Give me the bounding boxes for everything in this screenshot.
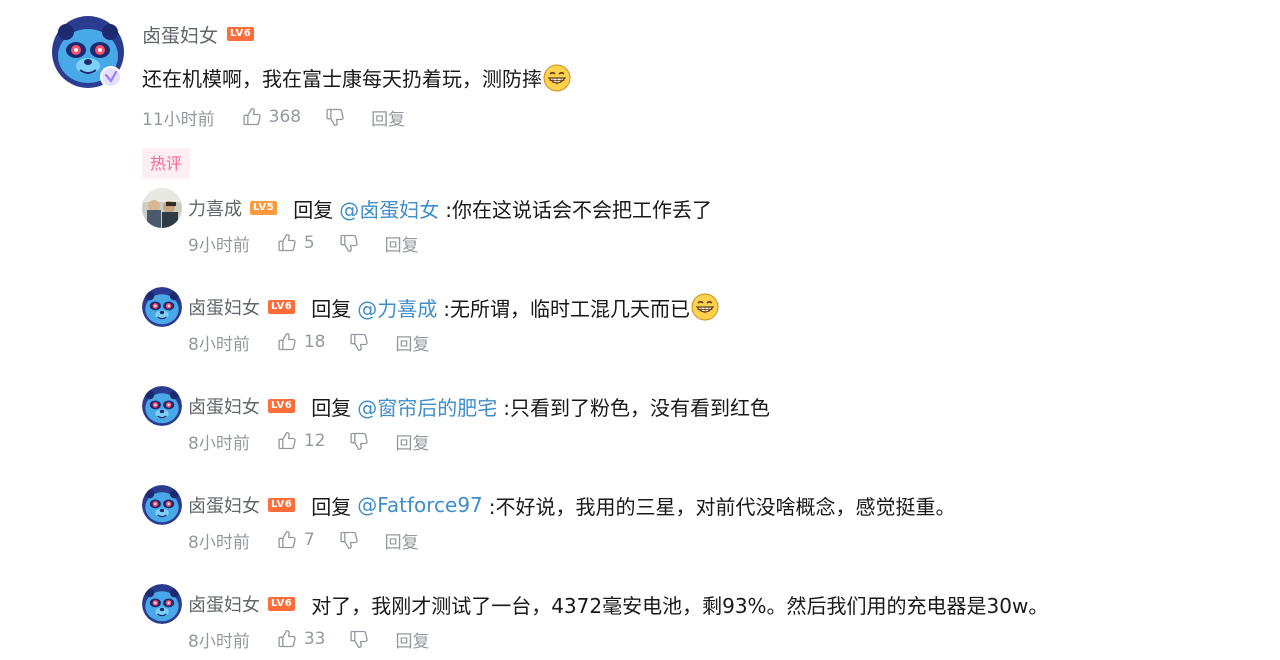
dislike-button[interactable] <box>349 332 369 352</box>
like-button[interactable]: 33 <box>277 629 326 649</box>
dislike-button[interactable] <box>339 233 359 253</box>
timestamp: 8小时前 <box>188 334 250 355</box>
like-count: 18 <box>303 332 326 352</box>
reply-text: 对了，我刚才测试了一台，4372毫安电池，剩93%。然后我们用的充电器是30w。 <box>311 593 1049 618</box>
timestamp: 8小时前 <box>188 433 250 454</box>
reply-text: :无所谓，临时工混几天而已 <box>443 296 690 321</box>
like-count: 33 <box>303 629 326 649</box>
thumb-up-icon <box>277 233 297 253</box>
timestamp: 8小时前 <box>188 631 250 652</box>
reply-prefix: 回复 <box>311 494 352 519</box>
dislike-button[interactable] <box>325 107 345 127</box>
level-badge: LV6 <box>268 498 296 512</box>
reply-button[interactable]: 回复 <box>395 330 429 355</box>
dislike-button[interactable] <box>349 431 369 451</box>
reply-meta: 8小时前 18 回复 <box>188 327 1248 357</box>
level-badge: LV6 <box>227 27 255 41</box>
mention-link[interactable]: @Fatforce97 <box>357 493 483 517</box>
avatar[interactable] <box>142 287 182 327</box>
level-badge: LV6 <box>268 300 296 314</box>
thumb-down-icon <box>325 107 345 127</box>
like-count: 7 <box>303 530 315 550</box>
timestamp: 9小时前 <box>188 235 250 256</box>
grin-emoji-icon <box>691 293 719 321</box>
username[interactable]: 卤蛋妇女 <box>188 294 260 320</box>
reply-text: :不好说，我用的三星，对前代没啥概念，感觉挺重。 <box>488 494 956 519</box>
thumb-down-icon <box>339 233 359 253</box>
thumb-down-icon <box>349 629 369 649</box>
avatar[interactable] <box>142 386 182 426</box>
reply-button[interactable]: 回复 <box>395 429 429 454</box>
thumb-down-icon <box>339 530 359 550</box>
thumb-up-icon <box>242 107 262 127</box>
mention-link[interactable]: @卤蛋妇女 <box>339 194 439 223</box>
reply-prefix: 回复 <box>311 395 352 420</box>
like-count: 368 <box>268 107 302 127</box>
reply-button[interactable]: 回复 <box>385 528 419 553</box>
grin-emoji-icon <box>543 64 571 92</box>
like-button[interactable]: 7 <box>277 530 315 550</box>
verified-badge-icon <box>100 66 122 88</box>
reply-meta: 8小时前 7 回复 <box>188 525 1248 555</box>
comment-text: 还在机模啊，我在富士康每天扔着玩，测防摔 <box>142 64 1242 94</box>
comment-body: 卤蛋妇女 LV6 还在机模啊，我在富士康每天扔着玩，测防摔 11小时前 368 … <box>142 14 1242 179</box>
reply-prefix: 回复 <box>311 296 352 321</box>
comment-meta: 11小时前 368 回复 <box>142 102 1242 132</box>
username[interactable]: 卤蛋妇女 <box>188 591 260 617</box>
username[interactable]: 卤蛋妇女 <box>188 393 260 419</box>
thumb-up-icon <box>277 332 297 352</box>
reply-button[interactable]: 回复 <box>385 231 419 256</box>
reply-text: :你在这说话会不会把工作丢了 <box>445 197 712 222</box>
level-badge: LV6 <box>268 597 296 611</box>
username[interactable]: 力喜成 <box>188 195 242 221</box>
reply-button[interactable]: 回复 <box>395 627 429 652</box>
thumb-up-icon <box>277 431 297 451</box>
reply-prefix: 回复 <box>293 197 334 222</box>
reply-meta: 8小时前 12 回复 <box>188 426 1248 456</box>
level-badge: LV5 <box>250 201 278 215</box>
like-count: 5 <box>303 233 315 253</box>
avatar[interactable] <box>142 485 182 525</box>
timestamp: 8小时前 <box>188 532 250 553</box>
thumb-down-icon <box>349 332 369 352</box>
like-count: 12 <box>303 431 326 451</box>
dislike-button[interactable] <box>339 530 359 550</box>
avatar[interactable] <box>142 188 182 228</box>
thumb-down-icon <box>349 431 369 451</box>
thumb-up-icon <box>277 530 297 550</box>
avatar[interactable] <box>52 16 124 88</box>
timestamp: 11小时前 <box>142 109 215 130</box>
level-badge: LV6 <box>268 399 296 413</box>
dislike-button[interactable] <box>349 629 369 649</box>
reply-button[interactable]: 回复 <box>371 105 405 130</box>
reply-text: :只看到了粉色，没有看到红色 <box>503 395 770 420</box>
comment-text-content: 还在机模啊，我在富士康每天扔着玩，测防摔 <box>142 67 542 91</box>
avatar[interactable] <box>142 584 182 624</box>
mention-link[interactable]: @力喜成 <box>357 293 437 322</box>
like-button[interactable]: 368 <box>242 107 301 127</box>
like-button[interactable]: 12 <box>277 431 326 451</box>
reply-meta: 8小时前 33 回复 <box>188 624 1248 654</box>
like-button[interactable]: 5 <box>277 233 315 253</box>
thumb-up-icon <box>277 629 297 649</box>
reply-meta: 9小时前 5 回复 <box>188 228 1248 258</box>
username[interactable]: 卤蛋妇女 <box>142 21 218 48</box>
hot-comment-badge: 热评 <box>142 148 191 179</box>
like-button[interactable]: 18 <box>277 332 326 352</box>
mention-link[interactable]: @窗帘后的肥宅 <box>357 392 497 421</box>
username[interactable]: 卤蛋妇女 <box>188 492 260 518</box>
